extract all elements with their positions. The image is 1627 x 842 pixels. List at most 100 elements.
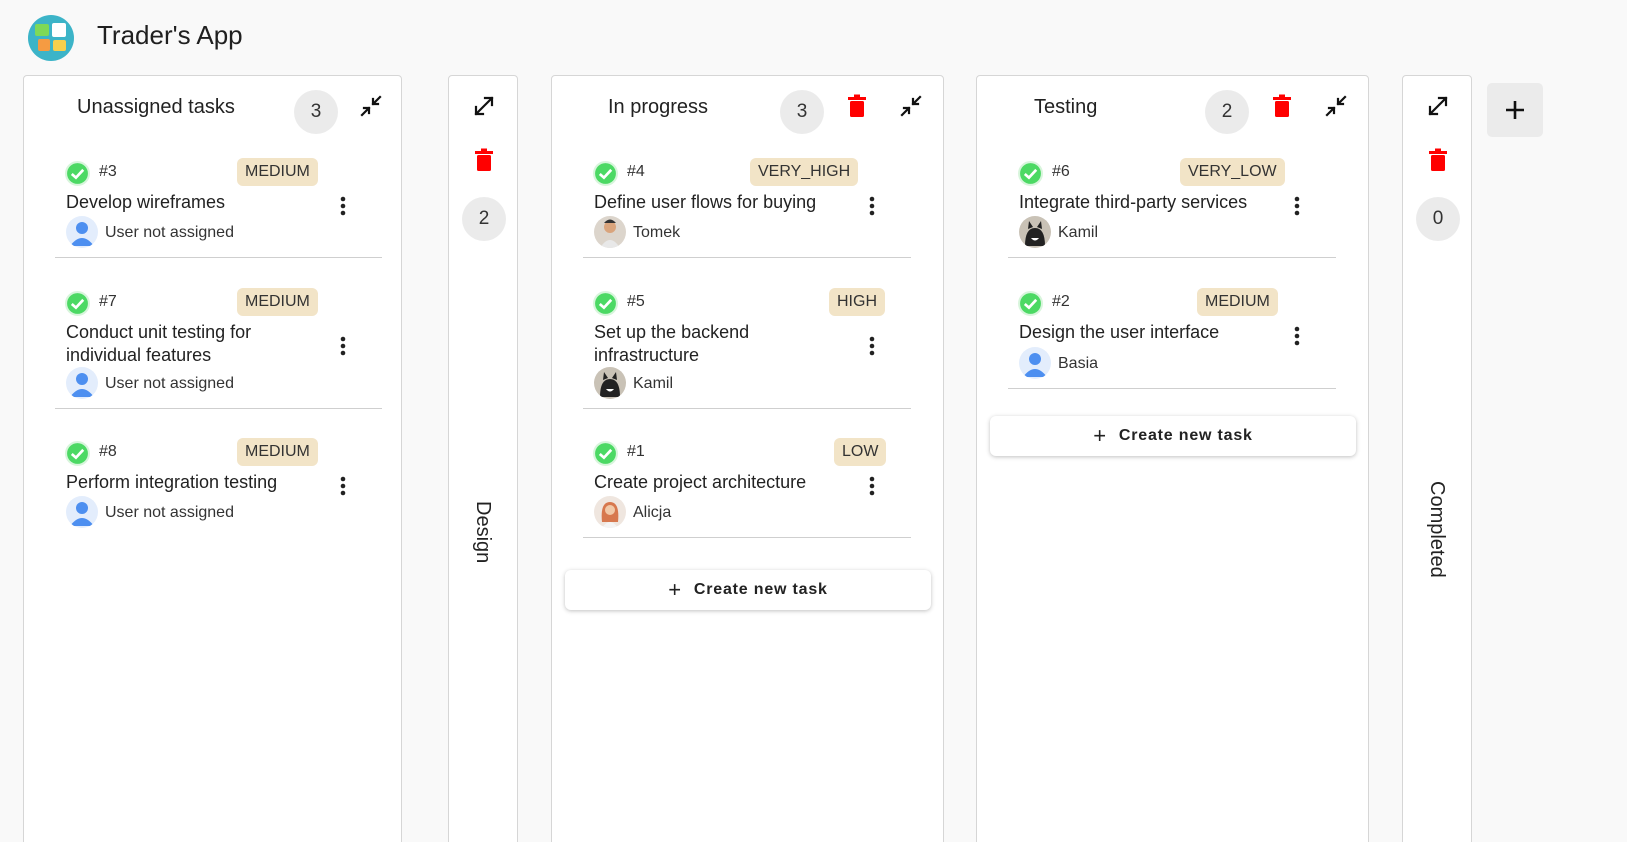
task-id: #8: [99, 443, 117, 460]
create-new-task-label: Create new task: [693, 581, 828, 598]
task-title: Create project architecture: [594, 472, 807, 492]
assignee-name: Kamil: [1058, 224, 1099, 241]
priority-badge: LOW: [834, 438, 887, 466]
more-vert-icon: [340, 336, 346, 356]
check-circle-icon: [593, 441, 618, 466]
task-title: Conduct unit testing for individual feat…: [66, 322, 252, 365]
delete-column-button[interactable]: [468, 144, 500, 176]
task-title: Integrate third-party services: [1019, 192, 1248, 212]
task-menu-button[interactable]: [859, 193, 885, 219]
check-circle-icon: [593, 161, 618, 186]
column-title: Testing: [1034, 96, 1098, 118]
task-card[interactable]: #8 MEDIUM Perform integration testing Us…: [55, 434, 382, 538]
more-vert-icon: [340, 476, 346, 496]
task-title: Perform integration testing: [66, 472, 278, 492]
delete-column-button[interactable]: [841, 90, 873, 122]
plus-icon: +: [668, 577, 682, 602]
trash-icon: [848, 94, 866, 117]
avatar-default: [66, 496, 98, 528]
task-id: #1: [627, 443, 645, 460]
task-id: #4: [627, 163, 645, 180]
column-testing: Testing 2 #6 VERY_LOW Integrate third-pa…: [976, 75, 1369, 842]
task-count-badge: 3: [294, 90, 338, 134]
priority-badge: MEDIUM: [237, 438, 318, 466]
expand-arrows-icon: [474, 96, 494, 116]
assignee-name: Tomek: [633, 224, 681, 241]
expand-arrows-icon: [1428, 96, 1448, 116]
avatar-photo: [594, 216, 626, 248]
column-unassigned-tasks: Unassigned tasks 3 #3 MEDIUM Develop wir…: [23, 75, 402, 842]
add-column-button[interactable]: [1487, 83, 1543, 137]
more-vert-icon: [869, 336, 875, 356]
check-circle-icon: [65, 441, 90, 466]
task-count-badge: 2: [462, 197, 506, 241]
task-menu-button[interactable]: [1284, 323, 1310, 349]
task-card[interactable]: #4 VERY_HIGH Define user flows for buyin…: [583, 154, 911, 258]
trash-icon: [1273, 94, 1291, 117]
collapse-column-button[interactable]: [1320, 90, 1352, 122]
avatar-photo: [594, 496, 626, 528]
collapse-arrows-icon: [1325, 95, 1347, 117]
task-id: #2: [1052, 293, 1070, 310]
task-count-badge: 3: [780, 90, 824, 134]
column-title: Unassigned tasks: [77, 96, 235, 118]
task-card[interactable]: #5 HIGH Set up the backend infrastructur…: [583, 284, 911, 409]
priority-badge: VERY_LOW: [1180, 158, 1285, 186]
column-title: Completed: [1426, 481, 1448, 578]
priority-badge: VERY_HIGH: [750, 158, 859, 186]
avatar-photo: [594, 367, 626, 399]
task-id: #7: [99, 293, 117, 310]
create-new-task-label: Create new task: [1118, 427, 1253, 444]
task-menu-button[interactable]: [859, 473, 885, 499]
check-circle-icon: [1018, 291, 1043, 316]
task-menu-button[interactable]: [1284, 193, 1310, 219]
app-title: Trader's App: [97, 20, 243, 50]
assignee-name: User not assigned: [105, 504, 234, 521]
check-circle-icon: [65, 291, 90, 316]
task-title: Develop wireframes: [66, 192, 226, 212]
task-title: Design the user interface: [1019, 322, 1220, 342]
column-title: In progress: [608, 96, 709, 118]
check-circle-icon: [593, 291, 618, 316]
assignee-name: Alicja: [633, 504, 672, 521]
column-title: Design: [472, 501, 494, 564]
task-menu-button[interactable]: [330, 193, 356, 219]
task-menu-button[interactable]: [859, 333, 885, 359]
task-card[interactable]: #6 VERY_LOW Integrate third-party servic…: [1008, 154, 1336, 258]
create-new-task-button[interactable]: + Create new task: [990, 416, 1356, 456]
collapse-column-button[interactable]: [355, 90, 387, 122]
task-title: Set up the backend infrastructure: [594, 322, 750, 365]
more-vert-icon: [1294, 326, 1300, 346]
task-title: Define user flows for buying: [594, 192, 817, 212]
task-id: #3: [99, 163, 117, 180]
more-vert-icon: [1294, 196, 1300, 216]
more-vert-icon: [340, 196, 346, 216]
task-card[interactable]: #7 MEDIUM Conduct unit testing for indiv…: [55, 284, 382, 409]
task-id: #5: [627, 293, 645, 310]
collapse-arrows-icon: [900, 95, 922, 117]
task-card[interactable]: #3 MEDIUM Develop wireframes User not as…: [55, 154, 382, 258]
priority-badge: HIGH: [829, 288, 885, 316]
assignee-name: User not assigned: [105, 375, 234, 392]
collapse-column-button[interactable]: [895, 90, 927, 122]
task-menu-button[interactable]: [330, 473, 356, 499]
assignee-name: Kamil: [633, 375, 674, 392]
create-new-task-button[interactable]: + Create new task: [565, 570, 931, 610]
plus-icon: +: [1093, 423, 1107, 448]
more-vert-icon: [869, 476, 875, 496]
expand-column-button[interactable]: [1422, 90, 1454, 122]
assignee-name: Basia: [1058, 355, 1099, 372]
collapse-arrows-icon: [360, 95, 382, 117]
trash-icon: [1429, 148, 1447, 171]
delete-column-button[interactable]: [1422, 144, 1454, 176]
expand-column-button[interactable]: [468, 90, 500, 122]
priority-badge: MEDIUM: [237, 288, 318, 316]
task-menu-button[interactable]: [330, 333, 356, 359]
priority-badge: MEDIUM: [1197, 288, 1278, 316]
delete-column-button[interactable]: [1266, 90, 1298, 122]
task-card[interactable]: #2 MEDIUM Design the user interface Basi…: [1008, 284, 1336, 389]
more-vert-icon: [869, 196, 875, 216]
priority-badge: MEDIUM: [237, 158, 318, 186]
task-card[interactable]: #1 LOW Create project architecture Alicj…: [583, 434, 911, 538]
plus-icon: [1506, 101, 1524, 119]
